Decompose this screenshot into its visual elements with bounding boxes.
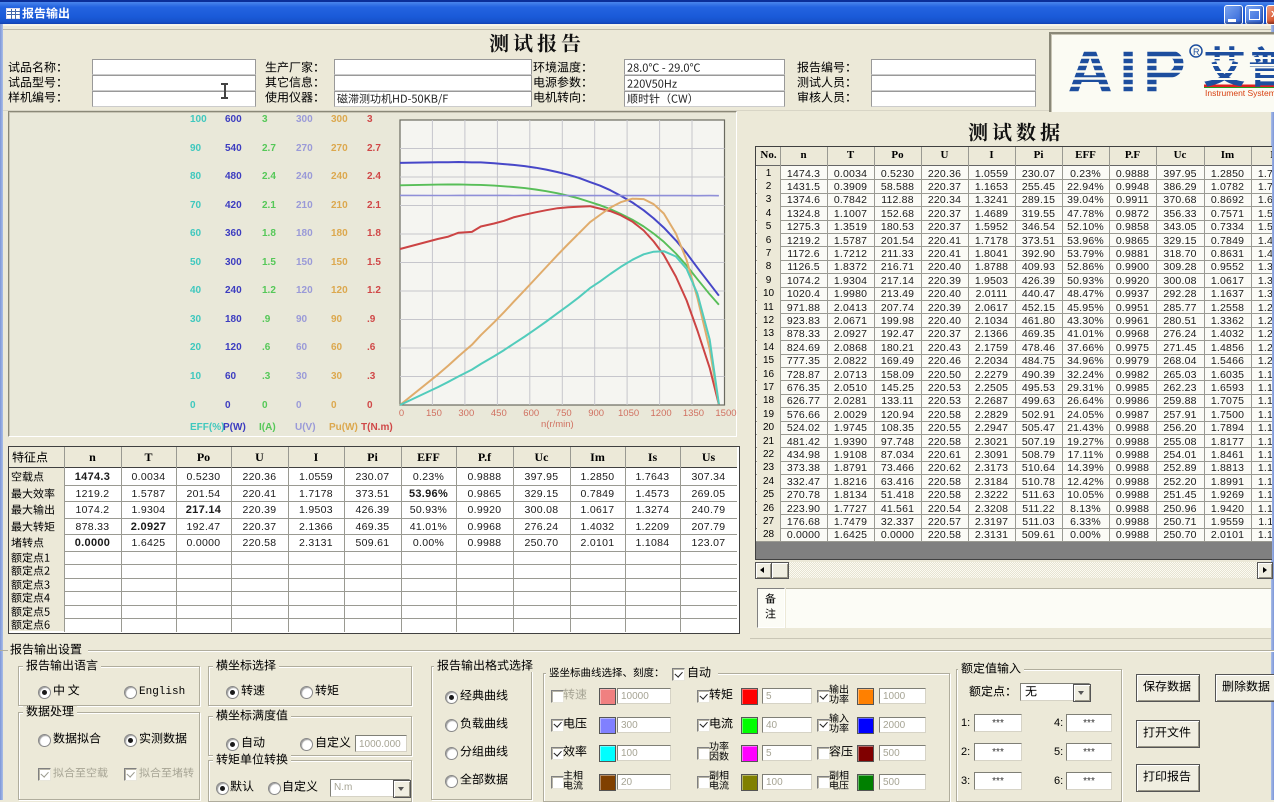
svg-text:R: R (1193, 47, 1200, 57)
svg-text:Instrument System: Instrument System (1205, 88, 1274, 98)
